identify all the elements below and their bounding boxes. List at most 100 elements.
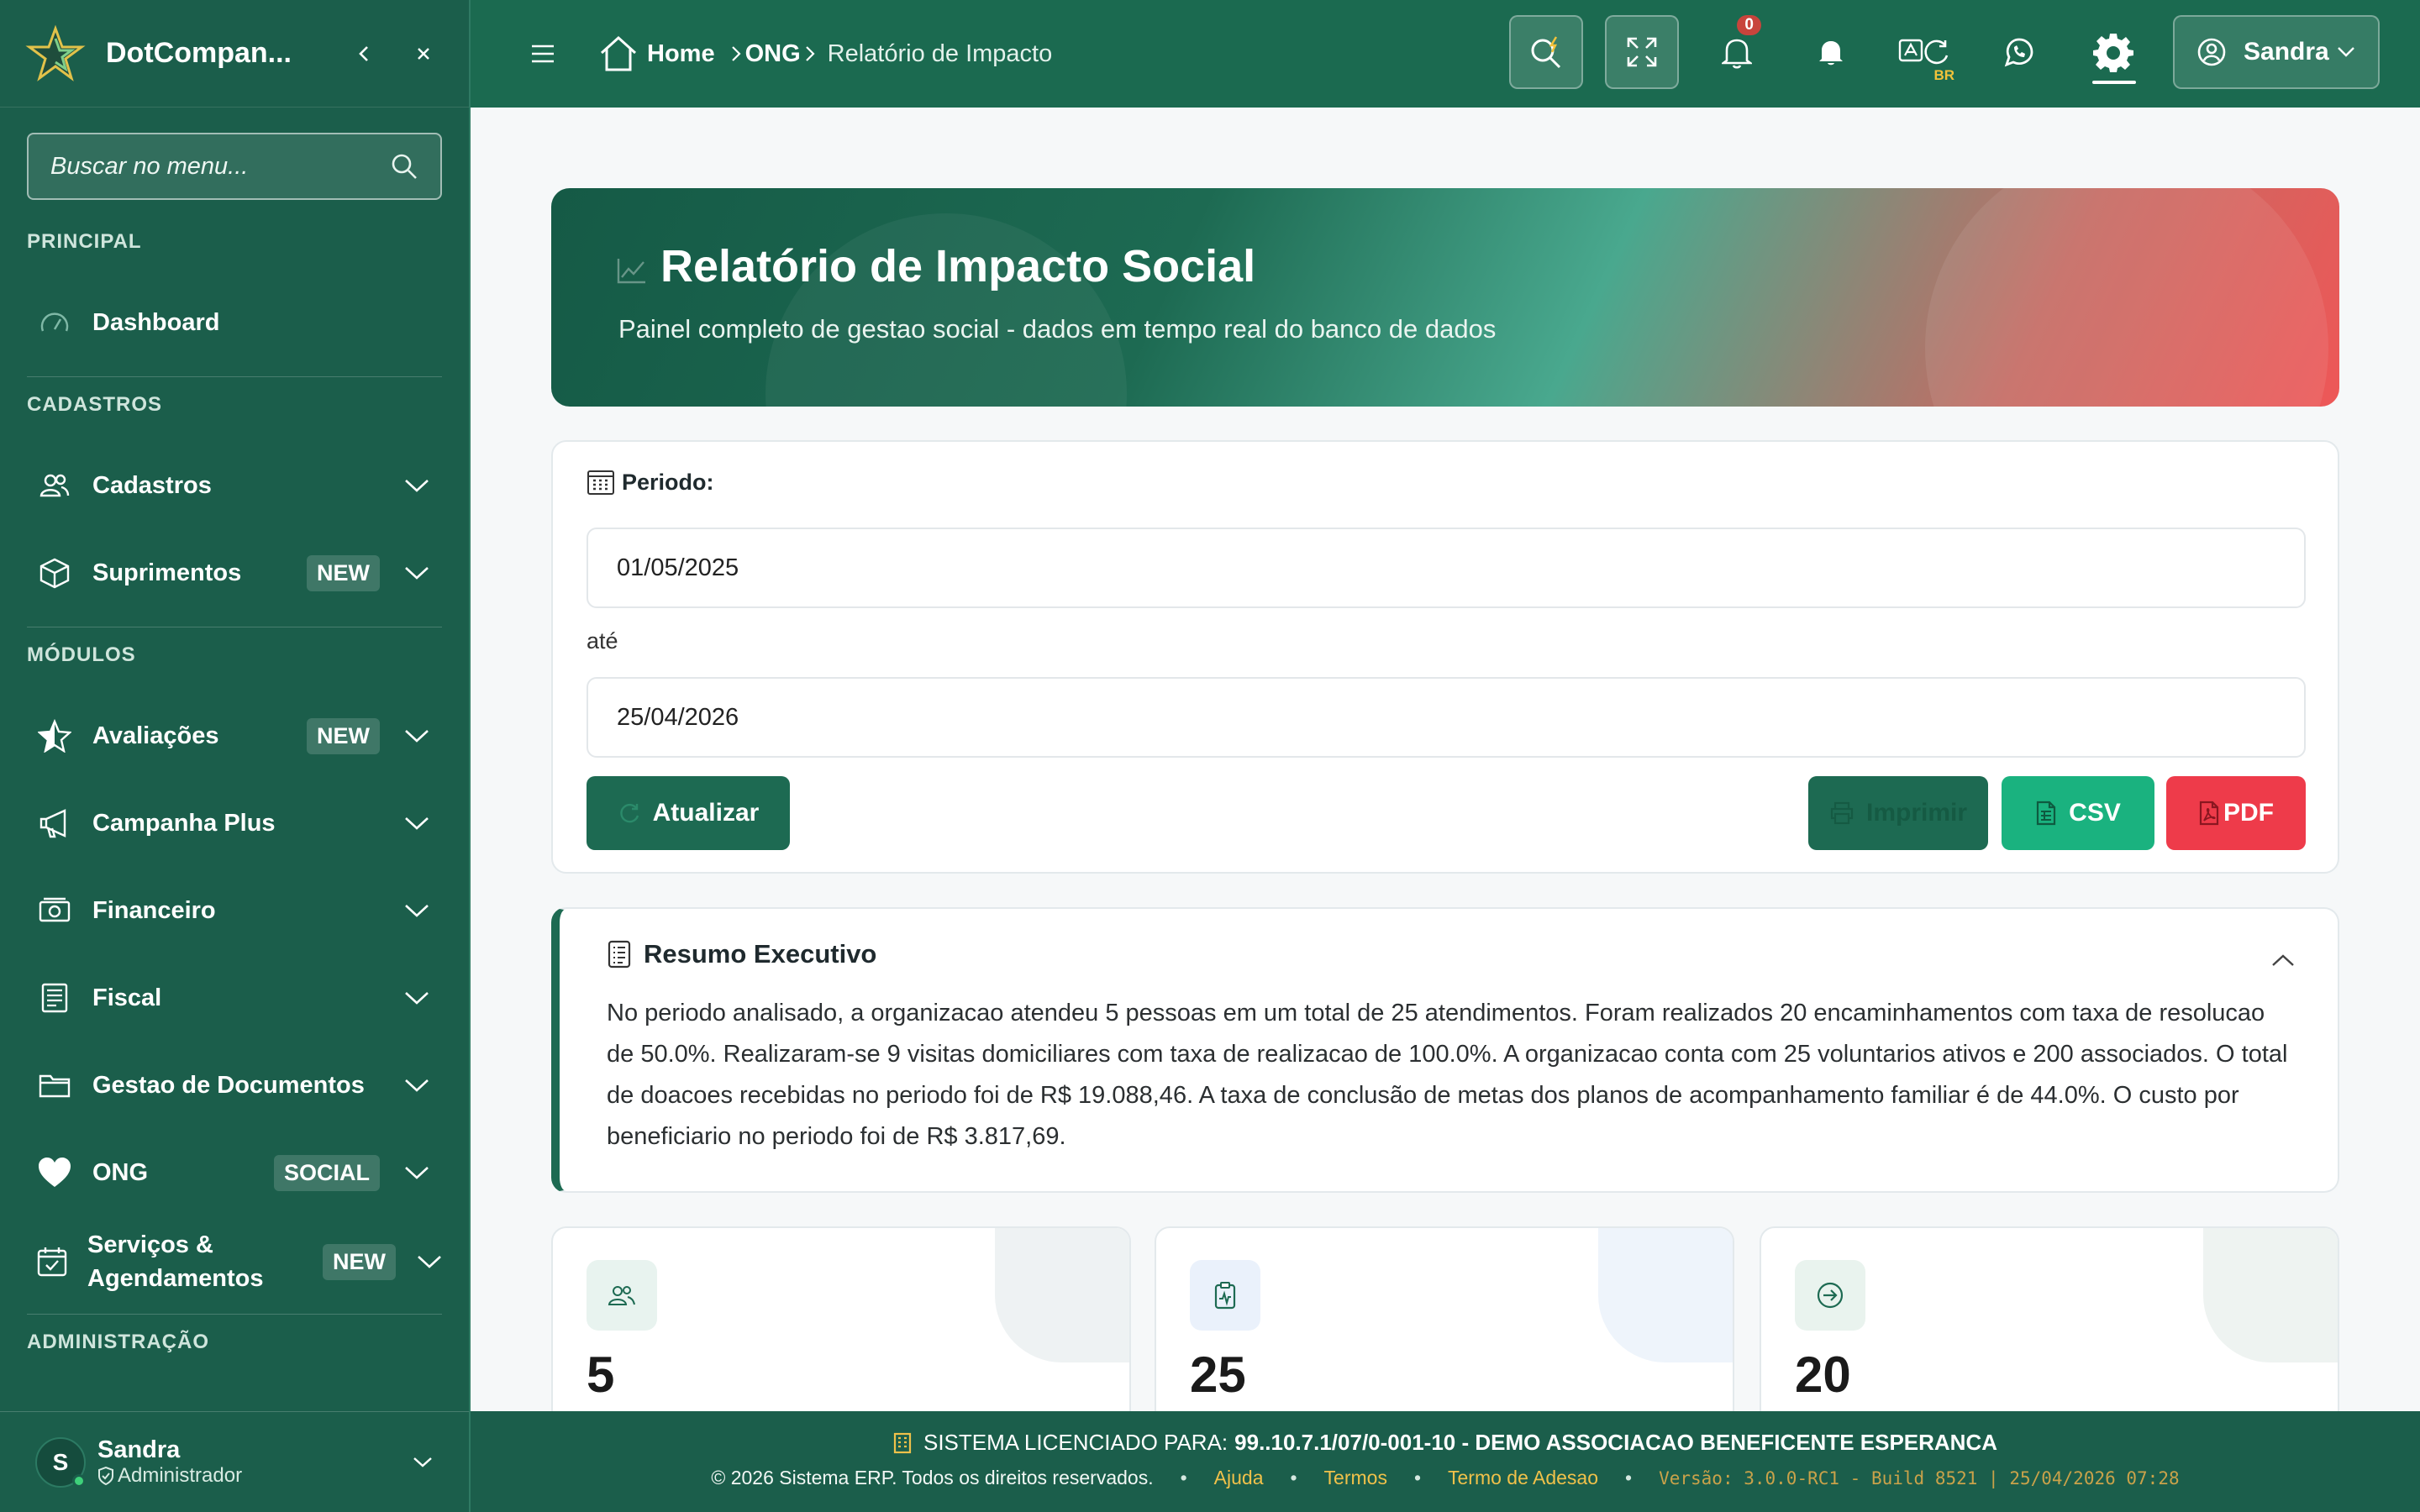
stat-icon-box <box>587 1260 657 1331</box>
translate-refresh-icon <box>1898 39 1949 65</box>
executive-summary-card: Resumo Executivo No periodo analisado, a… <box>551 907 2339 1193</box>
breadcrumb-ong[interactable]: ONG <box>745 40 801 68</box>
footer-link-termos[interactable]: Termos <box>1324 1467 1387 1489</box>
heart-icon <box>35 1153 74 1192</box>
sidebar-divider <box>27 1314 442 1315</box>
sidebar-item-campanha-plus[interactable]: Campanha Plus <box>27 790 442 857</box>
chevron-down-icon[interactable] <box>400 894 434 927</box>
version-text: Versão: 3.0.0-RC1 - Build 8521 | 25/04/2… <box>1659 1467 2180 1488</box>
user-menu-name: Sandra <box>2244 38 2329 66</box>
users-icon <box>35 466 74 505</box>
receipt-icon <box>35 979 74 1017</box>
sidebar-header: DotCompan... <box>0 0 469 108</box>
sidebar-item-ong[interactable]: ONG SOCIAL <box>27 1139 442 1206</box>
csv-button-label: CSV <box>2069 799 2121 827</box>
user-role-label: Administrador <box>118 1464 243 1487</box>
sidebar-item-fiscal[interactable]: Fiscal <box>27 964 442 1032</box>
notification-count-badge: 0 <box>1737 15 1761 35</box>
collapse-sidebar-button[interactable] <box>345 34 385 74</box>
start-date-input[interactable]: 01/05/2025 <box>587 528 2306 608</box>
sidebar-item-suprimentos[interactable]: Suprimentos NEW <box>27 539 442 606</box>
breadcrumb: Home ONG Relatório de Impacto <box>598 34 1052 73</box>
report-hero-banner: Relatório de Impacto Social Painel compl… <box>551 188 2339 407</box>
megaphone-icon <box>35 804 74 843</box>
export-csv-button[interactable]: CSV <box>2002 776 2154 850</box>
stat-value: 5 <box>587 1347 615 1403</box>
license-prefix: SISTEMA LICENCIADO PARA: <box>923 1430 1228 1455</box>
chevron-down-icon[interactable] <box>400 981 434 1015</box>
footer-link-termo-adesao[interactable]: Termo de Adesao <box>1448 1467 1598 1489</box>
sidebar-item-financeiro[interactable]: Financeiro <box>27 877 442 944</box>
calendar-check-icon <box>35 1242 69 1281</box>
social-badge: SOCIAL <box>273 1154 380 1191</box>
sidebar-item-gestao-documentos[interactable]: Gestao de Documentos <box>27 1052 442 1119</box>
chevron-down-icon[interactable] <box>416 1245 443 1278</box>
star-icon <box>35 717 74 755</box>
end-date-input[interactable]: 25/04/2026 <box>587 677 2306 758</box>
refresh-icon <box>619 803 639 823</box>
notifications-button[interactable]: 0 <box>1701 15 1773 89</box>
footer-link-ajuda[interactable]: Ajuda <box>1214 1467 1264 1489</box>
alerts-button[interactable] <box>1795 15 1867 89</box>
decorative-circle <box>1925 188 2328 407</box>
section-label-administracao: ADMINISTRAÇÃO <box>27 1331 209 1353</box>
chevron-down-icon[interactable] <box>400 719 434 753</box>
people-icon <box>608 1286 635 1305</box>
license-line: SISTEMA LICENCIADO PARA: 99..10.7.1/07/0… <box>471 1430 2420 1456</box>
summary-text: No periodo analisado, a organizacao aten… <box>607 1000 2288 1150</box>
sidebar-search-placeholder: Buscar no menu... <box>50 152 249 180</box>
section-label-cadastros: CADASTROS <box>27 393 163 416</box>
chevron-down-icon[interactable] <box>400 1068 434 1102</box>
separator-dot: • <box>1413 1467 1422 1488</box>
sidebar-item-dashboard[interactable]: Dashboard <box>27 289 442 356</box>
sidebar-item-avaliacoes[interactable]: Avaliações NEW <box>27 702 442 769</box>
chevron-up-icon[interactable] <box>2270 953 2296 968</box>
chevron-down-icon[interactable] <box>412 1456 434 1469</box>
chevron-down-icon[interactable] <box>400 1156 434 1189</box>
license-holder: 99..10.7.1/07/0-001-10 - DEMO ASSOCIACAO… <box>1234 1430 1998 1455</box>
sidebar-item-servicos-agendamentos[interactable]: Serviços & Agendamentos NEW <box>27 1226 442 1297</box>
clipboard-pulse-icon <box>1214 1282 1236 1310</box>
printer-icon <box>1830 801 1854 825</box>
refresh-button[interactable]: Atualizar <box>587 776 790 850</box>
refresh-button-label: Atualizar <box>652 799 760 827</box>
footer: SISTEMA LICENCIADO PARA: 99..10.7.1/07/0… <box>471 1411 2420 1512</box>
whatsapp-icon <box>2004 38 2033 67</box>
stat-value: 20 <box>1795 1347 1851 1403</box>
print-button[interactable]: Imprimir <box>1808 776 1988 850</box>
star-logo-icon <box>25 24 86 81</box>
home-icon[interactable] <box>598 34 639 73</box>
document-list-icon <box>608 940 631 969</box>
user-menu-button[interactable]: Sandra <box>2173 15 2380 89</box>
bell-outline-icon <box>1722 39 1752 69</box>
chevron-down-icon <box>2338 47 2354 57</box>
app-brand: DotCompan... <box>106 37 292 69</box>
quick-search-button[interactable] <box>1509 15 1583 89</box>
chevron-down-icon[interactable] <box>400 469 434 502</box>
settings-button[interactable] <box>2077 15 2149 89</box>
stat-card-corner <box>2203 1228 2338 1362</box>
new-badge: NEW <box>307 554 380 591</box>
active-indicator <box>2092 81 2136 84</box>
close-sidebar-button[interactable] <box>403 34 444 74</box>
calendar-grid-icon <box>587 470 614 495</box>
whatsapp-button[interactable] <box>1983 15 2055 89</box>
period-label: Periodo: <box>587 469 714 496</box>
sidebar-item-cadastros[interactable]: Cadastros <box>27 452 442 519</box>
sidebar-item-label: Campanha Plus <box>92 810 276 837</box>
summary-header: Resumo Executivo <box>607 939 876 969</box>
language-switch-button[interactable]: BR <box>1889 15 1961 89</box>
sidebar-user-card[interactable]: S Sandra Administrador <box>0 1411 469 1512</box>
sidebar-item-label: Suprimentos <box>92 559 242 586</box>
sidebar-search-input[interactable]: Buscar no menu... <box>27 133 442 200</box>
box-icon <box>35 554 74 592</box>
export-pdf-button[interactable]: PDF <box>2166 776 2306 850</box>
chevron-down-icon[interactable] <box>400 556 434 590</box>
sidebar-item-label: Financeiro <box>92 897 216 924</box>
fullscreen-button[interactable] <box>1605 15 1679 89</box>
file-spreadsheet-icon <box>2037 801 2056 826</box>
breadcrumb-home[interactable]: Home <box>647 40 715 68</box>
hamburger-menu-icon[interactable] <box>529 43 556 65</box>
chevron-down-icon[interactable] <box>400 806 434 840</box>
online-status-dot <box>72 1473 86 1488</box>
